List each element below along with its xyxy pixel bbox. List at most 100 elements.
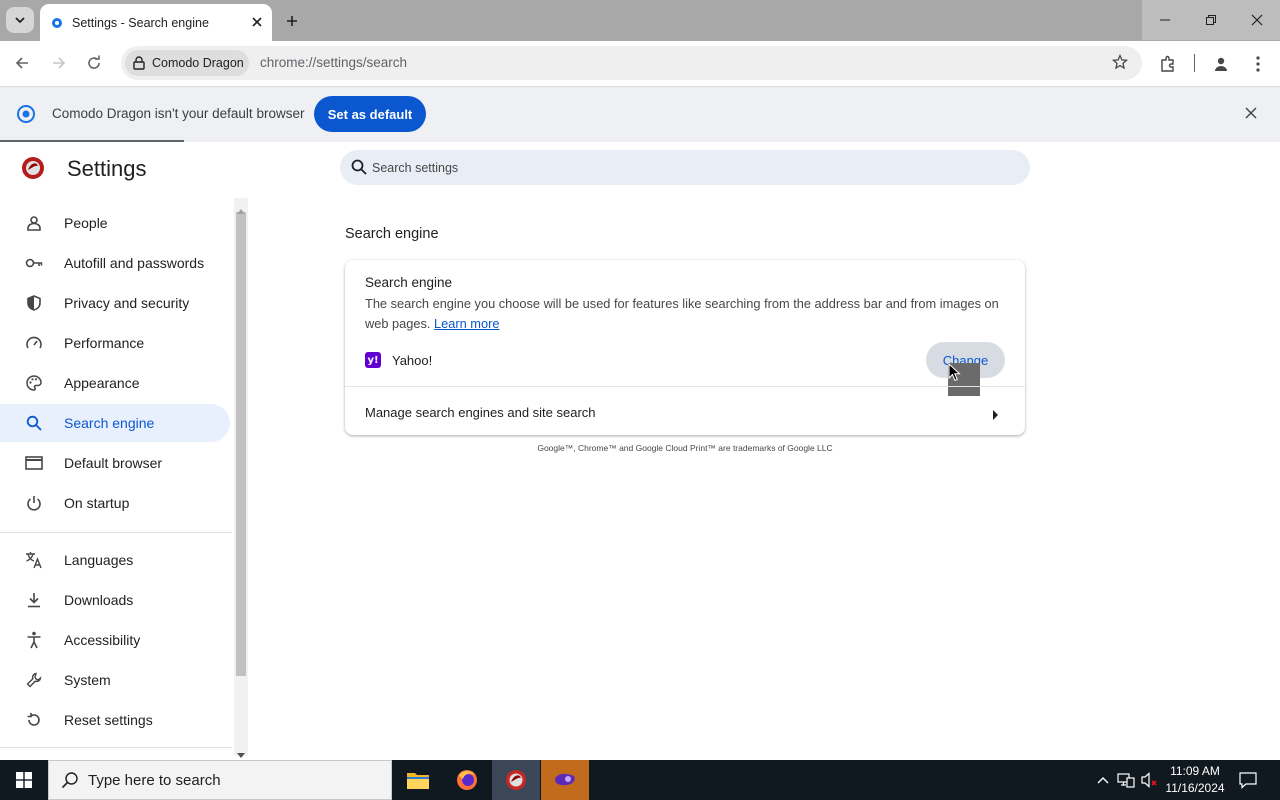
mouse-cursor (948, 363, 980, 396)
trademark-notice: Google™, Chrome™ and Google Cloud Print™… (537, 443, 833, 453)
start-button[interactable] (0, 760, 48, 800)
site-chip-label: Comodo Dragon (152, 56, 244, 70)
address-bar[interactable]: Comodo Dragon chrome://settings/search (121, 46, 1142, 80)
manage-search-engines-link[interactable]: Manage search engines and site search (365, 405, 596, 420)
minimize-button[interactable] (1142, 0, 1188, 40)
chevron-up-icon (1097, 777, 1109, 784)
sidebar-item-system[interactable]: System (0, 661, 230, 699)
toolbar-separator (1194, 54, 1195, 72)
sidebar-item-performance[interactable]: Performance (0, 324, 230, 362)
close-window-button[interactable] (1234, 0, 1280, 40)
tab-search-button[interactable] (6, 7, 34, 33)
yahoo-logo-icon: y! (365, 352, 381, 368)
profile-avatar-icon[interactable] (1210, 53, 1232, 75)
clock-time: 11:09 AM (1170, 764, 1220, 778)
sidebar-item-default-browser[interactable]: Default browser (0, 444, 230, 482)
sidebar-item-label: Search engine (64, 415, 155, 431)
sidebar-item-downloads[interactable]: Downloads (0, 581, 230, 619)
gear-icon (50, 16, 64, 30)
dragon-browser-icon (17, 105, 35, 128)
card-heading: Search engine (365, 275, 453, 290)
translate-icon (24, 550, 44, 570)
close-icon (1251, 14, 1263, 26)
notifications-icon[interactable] (1236, 760, 1260, 800)
volume-muted-icon[interactable] (1140, 760, 1160, 800)
sidebar-item-label: Reset settings (64, 712, 153, 728)
set-as-default-button[interactable]: Set as default (314, 96, 426, 132)
back-button[interactable] (10, 51, 34, 75)
reload-icon (88, 55, 100, 69)
sidebar-item-people[interactable]: People (0, 204, 230, 242)
taskbar-firefox[interactable] (443, 760, 491, 800)
taskbar-comodo-dragon[interactable] (492, 760, 540, 800)
restore-icon (1206, 15, 1216, 25)
sidebar-item-on-startup[interactable]: On startup (0, 484, 230, 522)
sidebar-item-label: Privacy and security (64, 295, 190, 311)
sidebar-item-label: Performance (64, 335, 145, 351)
sidebar-item-accessibility[interactable]: Accessibility (0, 621, 230, 659)
search-icon (351, 159, 367, 180)
section-title: Search engine (345, 226, 439, 242)
forward-button[interactable] (47, 51, 71, 75)
kebab-menu-icon[interactable] (1247, 53, 1269, 75)
browser-toolbar: Comodo Dragon chrome://settings/search (0, 41, 1280, 86)
sidebar-item-label: People (64, 215, 108, 231)
sidebar-divider (0, 747, 232, 748)
shield-icon (24, 293, 44, 313)
settings-sidebar: People Autofill and passwords Privacy an… (0, 196, 232, 756)
infobar-progress (0, 140, 184, 142)
sidebar-item-languages[interactable]: Languages (0, 541, 230, 579)
arrow-right-icon[interactable] (993, 407, 999, 425)
comodo-dragon-icon (506, 770, 526, 790)
taskbar-file-explorer[interactable] (394, 760, 442, 800)
clock-date: 11/16/2024 (1165, 781, 1225, 795)
sidebar-item-label: System (64, 672, 111, 688)
sidebar-item-autofill[interactable]: Autofill and passwords (0, 244, 230, 282)
show-hidden-icons-button[interactable] (1094, 760, 1112, 800)
taskbar-app-orange[interactable] (541, 760, 589, 800)
sidebar-item-label: Appearance (64, 375, 140, 391)
infobar-message: Comodo Dragon isn't your default browser (52, 106, 305, 121)
taskbar-search-box[interactable]: Type here to search (48, 760, 392, 800)
infobar-close-icon[interactable] (1245, 106, 1257, 124)
new-tab-button[interactable] (280, 9, 304, 33)
sidebar-item-appearance[interactable]: Appearance (0, 364, 230, 402)
lock-icon (133, 56, 145, 70)
taskbar-search-placeholder: Type here to search (88, 772, 221, 789)
sidebar-item-label: Default browser (64, 455, 163, 471)
sidebar-item-label: Autofill and passwords (64, 255, 205, 271)
reload-button[interactable] (82, 51, 106, 75)
sidebar-item-search-engine[interactable]: Search engine (0, 404, 230, 442)
arrow-left-icon (15, 57, 28, 69)
site-info-chip[interactable]: Comodo Dragon (125, 50, 249, 76)
speedometer-icon (24, 333, 44, 353)
settings-search-input[interactable] (372, 150, 1012, 185)
tab-title: Settings - Search engine (72, 15, 209, 30)
search-icon (24, 413, 44, 433)
settings-search[interactable] (340, 150, 1030, 185)
learn-more-link[interactable]: Learn more (434, 316, 499, 331)
firefox-icon (457, 770, 477, 790)
active-tab[interactable]: Settings - Search engine (40, 4, 272, 41)
chevron-down-icon (15, 17, 25, 24)
extensions-puzzle-icon[interactable] (1157, 53, 1179, 75)
sidebar-item-label: On startup (64, 495, 130, 511)
restore-button[interactable] (1188, 0, 1234, 40)
search-engine-card: Search engine The search engine you choo… (345, 260, 1025, 435)
tab-close-icon[interactable] (248, 13, 266, 31)
sidebar-item-label: Accessibility (64, 632, 141, 648)
sidebar-item-privacy[interactable]: Privacy and security (0, 284, 230, 322)
card-divider (345, 386, 1025, 387)
url-text[interactable]: chrome://settings/search (260, 55, 407, 70)
sidebar-scrollbar-thumb[interactable] (236, 212, 246, 676)
network-icon[interactable] (1116, 760, 1136, 800)
search-icon (61, 771, 79, 794)
person-icon (24, 213, 44, 233)
sidebar-divider (0, 532, 232, 533)
card-description: The search engine you choose will be use… (365, 294, 1015, 334)
taskbar-clock[interactable]: 11:09 AM 11/16/2024 (1160, 763, 1230, 797)
sidebar-item-reset-settings[interactable]: Reset settings (0, 701, 230, 739)
bookmark-star-icon[interactable] (1111, 53, 1129, 75)
scroll-up-arrow-icon[interactable] (237, 201, 245, 219)
sidebar-item-label: Downloads (64, 592, 134, 608)
